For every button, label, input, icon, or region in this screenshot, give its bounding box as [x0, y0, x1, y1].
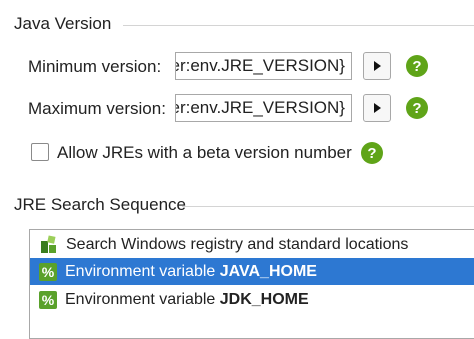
- java-version-title: Java Version: [14, 14, 112, 33]
- list-item-label: Environment variable: [65, 262, 220, 280]
- jre-search-separator: [182, 206, 474, 207]
- list-item-label: Environment variable: [65, 290, 220, 308]
- list-item-variable-name: JDK_HOME: [219, 290, 309, 308]
- maximum-version-variable-button[interactable]: [363, 94, 391, 122]
- list-item-label: Search Windows registry and standard loc…: [66, 235, 409, 253]
- list-item[interactable]: Search Windows registry and standard loc…: [30, 231, 474, 258]
- maximum-version-value: er:env.JRE_VERSION}: [175, 98, 345, 117]
- registry-icon: [39, 234, 59, 255]
- list-item[interactable]: % Environment variable JAVA_HOME: [30, 258, 474, 285]
- allow-beta-label: Allow JREs with a beta version number: [57, 143, 352, 162]
- percent-icon: %: [39, 290, 57, 309]
- java-version-separator: [123, 25, 474, 26]
- percent-icon: %: [39, 262, 57, 281]
- jre-search-title: JRE Search Sequence: [14, 195, 186, 214]
- allow-beta-checkbox[interactable]: [31, 143, 49, 161]
- minimum-version-field[interactable]: er:env.JRE_VERSION}: [175, 52, 352, 80]
- minimum-version-help-icon[interactable]: ?: [406, 55, 428, 77]
- list-item[interactable]: % Environment variable JDK_HOME: [30, 286, 474, 313]
- minimum-version-label: Minimum version:: [28, 57, 162, 76]
- maximum-version-field[interactable]: er:env.JRE_VERSION}: [175, 94, 352, 122]
- minimum-version-variable-button[interactable]: [363, 52, 391, 80]
- allow-beta-help-icon[interactable]: ?: [361, 142, 383, 164]
- play-arrow-icon: [374, 103, 381, 113]
- list-item-variable-name: JAVA_HOME: [219, 262, 317, 280]
- minimum-version-value: er:env.JRE_VERSION}: [175, 56, 345, 75]
- maximum-version-help-icon[interactable]: ?: [406, 97, 428, 119]
- play-arrow-icon: [374, 61, 381, 71]
- maximum-version-label: Maximum version:: [28, 99, 166, 118]
